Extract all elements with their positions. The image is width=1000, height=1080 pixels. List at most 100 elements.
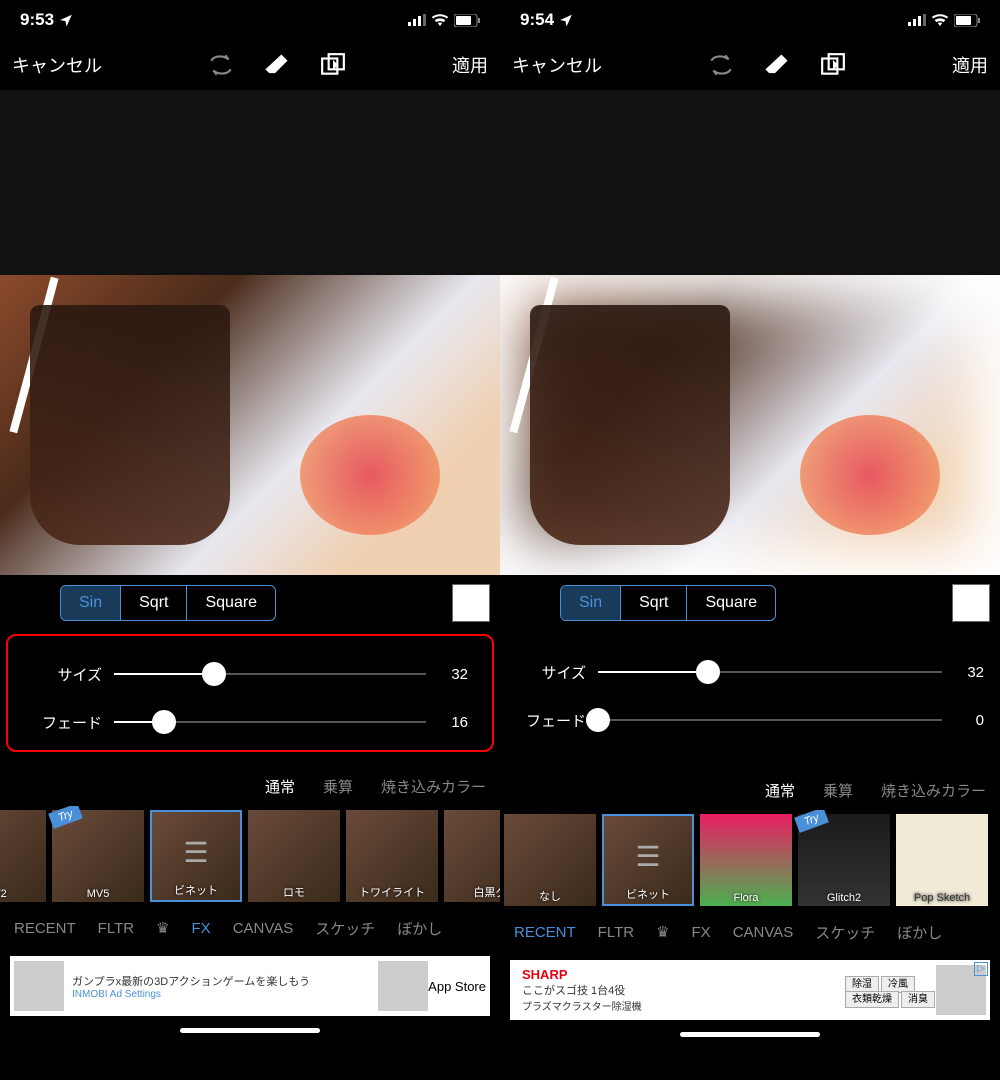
apply-button[interactable]: 適用 (952, 52, 988, 78)
cancel-button[interactable]: キャンセル (512, 52, 602, 78)
tab-sketch[interactable]: スケッチ (815, 922, 875, 943)
ad-text: ガンプラx最新の3Dアクションゲームを楽しもう (72, 973, 370, 989)
ad-banner[interactable]: SHARP ここがスゴ技 1台4役 プラズマクラスター除湿機 除湿冷風 衣類乾燥… (510, 960, 990, 1020)
thumb-bw[interactable]: 白黒グ (444, 810, 500, 902)
ad-btn-4: 消臭 (901, 991, 935, 1008)
thumb-vignette[interactable]: ☰ビネット (602, 814, 694, 906)
segment-row: Sin Sqrt Square (0, 575, 500, 630)
size-slider[interactable] (598, 671, 942, 673)
thumb-none[interactable]: なし (504, 814, 596, 906)
blend-colorburn[interactable]: 焼き込みカラー (381, 776, 486, 797)
seg-sin[interactable]: Sin (561, 586, 621, 620)
left-pane: 9:53 キャンセル 適用 Sin Sqrt Square サイズ (0, 0, 500, 1080)
size-slider[interactable] (114, 673, 426, 675)
ad-btn-3: 衣類乾燥 (845, 991, 899, 1008)
status-time: 9:53 (20, 10, 54, 30)
right-pane: 9:54 キャンセル 適用 Sin Sqrt Square サイズ 32 (500, 0, 1000, 1080)
swap-icon[interactable] (708, 52, 734, 78)
thumb-v2[interactable]: TryV2 (0, 810, 46, 902)
color-swatch[interactable] (452, 584, 490, 622)
seg-sqrt[interactable]: Sqrt (621, 586, 687, 620)
curve-segment: Sin Sqrt Square (60, 585, 276, 621)
eraser-icon[interactable] (264, 52, 290, 78)
home-indicator[interactable] (180, 1028, 320, 1033)
size-value: 32 (438, 666, 468, 683)
category-tabs: RECENT FLTR ♛ FX CANVAS スケッチ ぼかし (500, 910, 1000, 954)
eraser-icon[interactable] (764, 52, 790, 78)
tab-fltr[interactable]: FLTR (98, 920, 134, 937)
tab-fltr[interactable]: FLTR (598, 924, 634, 941)
blend-normal[interactable]: 通常 (765, 780, 795, 801)
try-badge: Try (48, 806, 83, 829)
ad-image (14, 961, 64, 1011)
compare-icon[interactable] (320, 52, 346, 78)
thumb-mv5[interactable]: TryMV5 (52, 810, 144, 902)
home-indicator[interactable] (680, 1032, 820, 1037)
canvas-top (0, 90, 500, 275)
category-tabs: RECENT FLTR ♛ FX CANVAS スケッチ ぼかし (0, 906, 500, 950)
blend-colorburn[interactable]: 焼き込みカラー (881, 780, 986, 801)
tab-blur[interactable]: ぼかし (897, 922, 942, 943)
signal-icon (408, 14, 426, 26)
crown-icon[interactable]: ♛ (156, 919, 169, 937)
status-bar: 9:53 (0, 0, 500, 40)
color-swatch[interactable] (952, 584, 990, 622)
appstore-button[interactable]: App Store (428, 979, 486, 994)
curve-segment: Sin Sqrt Square (560, 585, 776, 621)
seg-sin[interactable]: Sin (61, 586, 121, 620)
apply-button[interactable]: 適用 (452, 52, 488, 78)
tab-blur[interactable]: ぼかし (397, 918, 442, 939)
thumb-popsketch[interactable]: Pop Sketch (896, 814, 988, 906)
fade-label: フェード (32, 712, 102, 733)
ad-sub: INMOBI Ad Settings (72, 989, 370, 1000)
wifi-icon (431, 13, 449, 27)
fade-slider[interactable] (114, 721, 426, 723)
status-bar: 9:54 (500, 0, 1000, 40)
location-icon (559, 13, 573, 27)
preview-image[interactable] (500, 275, 1000, 575)
battery-icon (954, 14, 980, 27)
canvas-top (500, 90, 1000, 275)
seg-square[interactable]: Square (187, 586, 275, 620)
swap-icon[interactable] (208, 52, 234, 78)
seg-square[interactable]: Square (687, 586, 775, 620)
blend-multiply[interactable]: 乗算 (823, 780, 853, 801)
tab-canvas[interactable]: CANVAS (233, 920, 294, 937)
blend-modes: 通常 乗算 焼き込みカラー (500, 770, 1000, 810)
fade-slider[interactable] (598, 719, 942, 721)
tab-recent[interactable]: RECENT (514, 924, 576, 941)
sliders-icon: ☰ (635, 840, 660, 873)
tab-canvas[interactable]: CANVAS (733, 924, 794, 941)
thumb-flora[interactable]: Flora (700, 814, 792, 906)
size-label: サイズ (32, 664, 102, 685)
thumb-lomo[interactable]: ロモ (248, 810, 340, 902)
fade-slider-row: フェード 0 (516, 696, 984, 744)
toolbar: キャンセル 適用 (0, 40, 500, 90)
ad-close-icon[interactable]: ▷ (974, 962, 988, 976)
thumb-glitch2[interactable]: TryGlitch2 (798, 814, 890, 906)
blend-normal[interactable]: 通常 (265, 776, 295, 797)
size-value: 32 (954, 664, 984, 681)
compare-icon[interactable] (820, 52, 846, 78)
tab-fx[interactable]: FX (692, 924, 711, 941)
filter-thumbnails[interactable]: なし ☰ビネット Flora TryGlitch2 Pop Sketch (500, 810, 1000, 910)
tab-sketch[interactable]: スケッチ (315, 918, 375, 939)
tab-fx[interactable]: FX (192, 920, 211, 937)
seg-sqrt[interactable]: Sqrt (121, 586, 187, 620)
battery-icon (454, 14, 480, 27)
toolbar: キャンセル 適用 (500, 40, 1000, 90)
ad-brand: SHARP (522, 967, 836, 982)
fade-value: 16 (438, 714, 468, 731)
cancel-button[interactable]: キャンセル (12, 52, 102, 78)
blend-multiply[interactable]: 乗算 (323, 776, 353, 797)
crown-icon[interactable]: ♛ (656, 923, 669, 941)
preview-image[interactable] (0, 275, 500, 575)
tab-recent[interactable]: RECENT (14, 920, 76, 937)
filter-thumbnails[interactable]: TryV2 TryMV5 ☰ビネット ロモ トワイライト 白黒グ (0, 806, 500, 906)
highlight-box: サイズ 32 フェード 16 (6, 634, 494, 752)
thumb-vignette[interactable]: ☰ビネット (150, 810, 242, 902)
ad-banner[interactable]: ガンプラx最新の3Dアクションゲームを楽しもうINMOBI Ad Setting… (10, 956, 490, 1016)
size-slider-row: サイズ 32 (516, 648, 984, 696)
thumb-twilight[interactable]: トワイライト (346, 810, 438, 902)
signal-icon (908, 14, 926, 26)
